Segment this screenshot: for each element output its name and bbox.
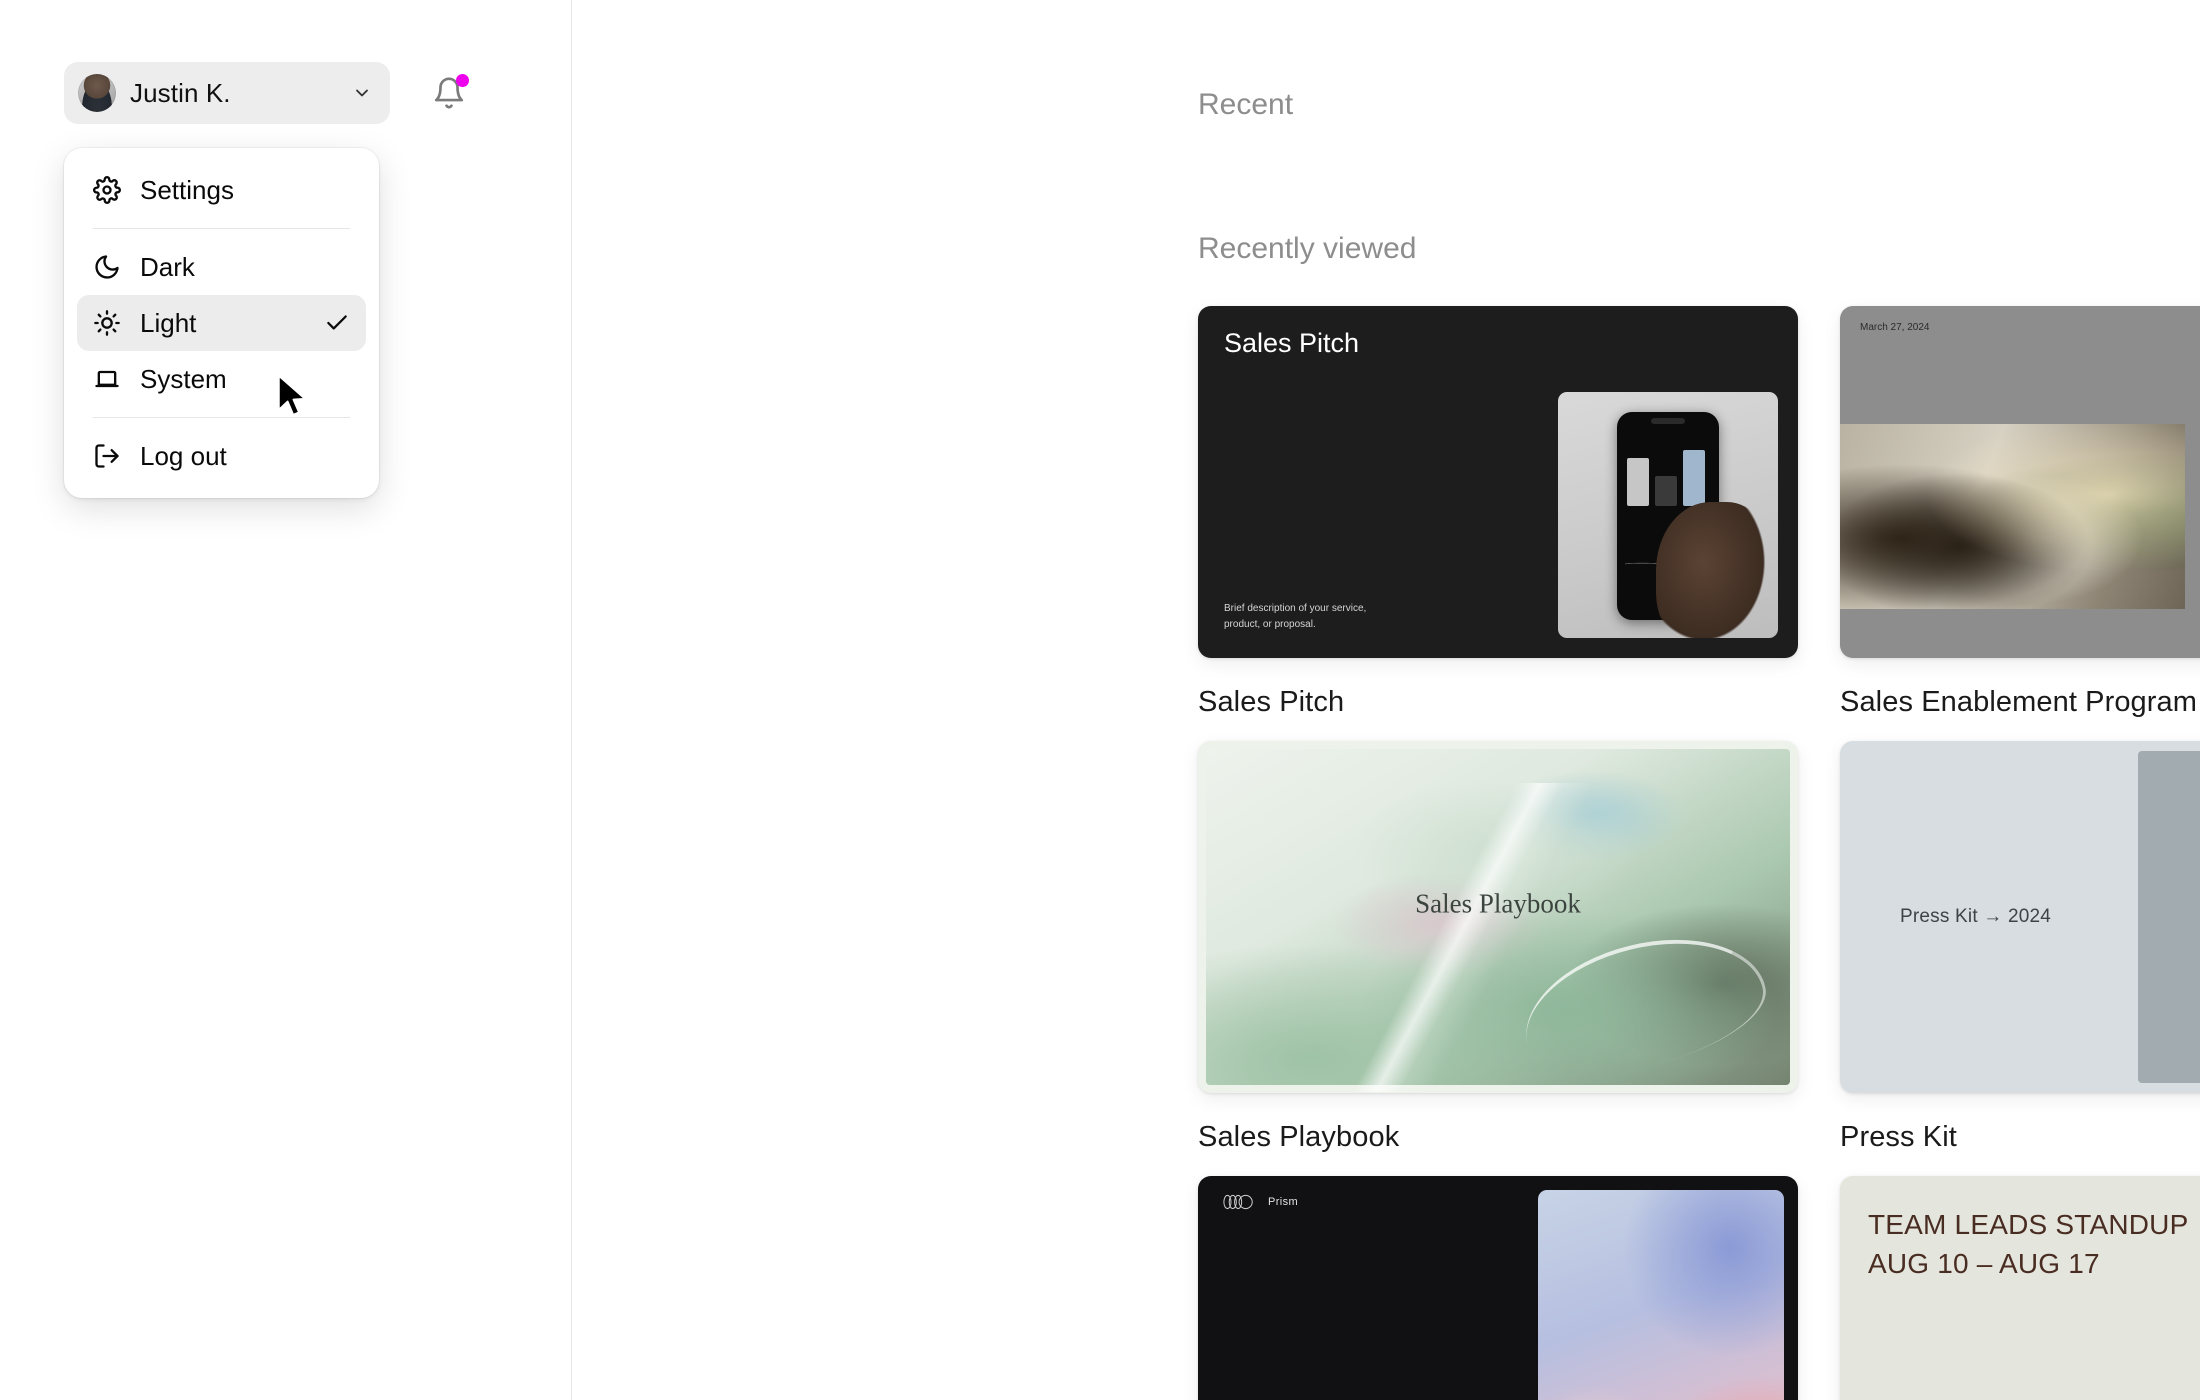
chevron-down-icon <box>352 83 372 103</box>
gear-icon <box>93 176 121 204</box>
sun-icon <box>93 309 121 337</box>
thumb-brand-name: Prism <box>1268 1196 1298 1208</box>
thumb-line-2: AUG 10 – AUG 17 <box>1868 1245 2188 1284</box>
user-dropdown-menu: Settings Dark Light System Log out <box>64 148 379 498</box>
prism-rings-icon <box>1220 1194 1258 1210</box>
page-title: Recent <box>1198 88 2200 122</box>
sidebar-header: Justin K. <box>0 0 571 124</box>
menu-item-label: Light <box>140 308 305 339</box>
card-label: Sales Enablement Program <box>1840 686 2200 719</box>
user-name: Justin K. <box>130 78 338 109</box>
card-thumbnail: Press Kit → 2024 <box>1840 741 2200 1093</box>
app-root: Justin K. Brand Deleted Settings <box>0 0 2200 1400</box>
menu-item-label: System <box>140 364 350 395</box>
card-sales-enablement-program[interactable]: March 27, 2024 Sales Enablement Program … <box>1840 306 2200 719</box>
menu-item-dark[interactable]: Dark <box>77 239 366 295</box>
thumb-inner: Sales Playbook <box>1206 749 1790 1085</box>
thumb-panel <box>2138 751 2200 1083</box>
card-thumbnail: March 27, 2024 Sales Enablement Program <box>1840 306 2200 658</box>
thumb-title: Press Kit → 2024 <box>1900 906 2051 928</box>
thumb-title: Sales Playbook <box>1206 888 1790 919</box>
notification-badge <box>456 74 469 87</box>
notifications-button[interactable] <box>432 76 466 110</box>
menu-item-settings[interactable]: Settings <box>77 162 366 218</box>
logout-icon <box>93 442 121 470</box>
card-sales-playbook[interactable]: Sales Playbook Sales Playbook <box>1198 741 1798 1154</box>
menu-item-label: Dark <box>140 252 350 283</box>
card-thumbnail: TEAM LEADS STANDUP AUG 10 – AUG 17 <box>1840 1176 2200 1400</box>
card-grid: Sales Pitch Brief description of your se… <box>1198 306 2200 1400</box>
card-thumbnail: Sales Playbook <box>1198 741 1798 1093</box>
sidebar: Justin K. Brand Deleted Settings <box>0 0 572 1400</box>
hand-silhouette <box>1656 502 1774 638</box>
thumb-gradient-panel <box>1538 1190 1784 1400</box>
menu-divider <box>93 228 350 229</box>
thumb-line-1: TEAM LEADS STANDUP <box>1868 1206 2188 1245</box>
card-label: Sales Playbook <box>1198 1121 1798 1154</box>
menu-item-light[interactable]: Light <box>77 295 366 351</box>
menu-item-label: Settings <box>140 175 350 206</box>
thumb-image <box>1558 392 1778 638</box>
card-press-kit[interactable]: Press Kit → 2024 Press Kit <box>1840 741 2200 1154</box>
avatar <box>78 74 116 112</box>
main-inner: Recent Recently viewed Sales Pitch Brief… <box>1198 0 2200 1400</box>
main-content: Recent Recently viewed Sales Pitch Brief… <box>572 0 2200 1400</box>
moon-icon <box>93 253 121 281</box>
thumb-footer: Brief description of your service, produ… <box>1224 601 1366 632</box>
card-team-leads-standup[interactable]: TEAM LEADS STANDUP AUG 10 – AUG 17 <box>1840 1176 2200 1400</box>
card-sales-pitch[interactable]: Sales Pitch Brief description of your se… <box>1198 306 1798 719</box>
menu-item-system[interactable]: System <box>77 351 366 407</box>
card-thumbnail: Prism <box>1198 1176 1798 1400</box>
card-label: Press Kit <box>1840 1121 2200 1154</box>
thumb-date: March 27, 2024 <box>1860 322 1930 333</box>
phone-bars <box>1627 450 1705 506</box>
thumb-heading: Sales Pitch <box>1224 328 1359 359</box>
check-icon <box>324 310 350 336</box>
section-title: Recently viewed <box>1198 232 2200 266</box>
user-menu-button[interactable]: Justin K. <box>64 62 390 124</box>
phone-notch <box>1651 418 1685 424</box>
card-thumbnail: Sales Pitch Brief description of your se… <box>1198 306 1798 658</box>
card-label: Sales Pitch <box>1198 686 1798 719</box>
menu-divider <box>93 417 350 418</box>
thumb-text: TEAM LEADS STANDUP AUG 10 – AUG 17 <box>1868 1206 2188 1283</box>
thumb-brand: Prism <box>1220 1194 1298 1210</box>
laptop-icon <box>93 365 121 393</box>
menu-item-label: Log out <box>140 441 350 472</box>
card-prism[interactable]: Prism <box>1198 1176 1798 1400</box>
thumb-photo <box>1840 424 2185 609</box>
menu-item-logout[interactable]: Log out <box>77 428 366 484</box>
